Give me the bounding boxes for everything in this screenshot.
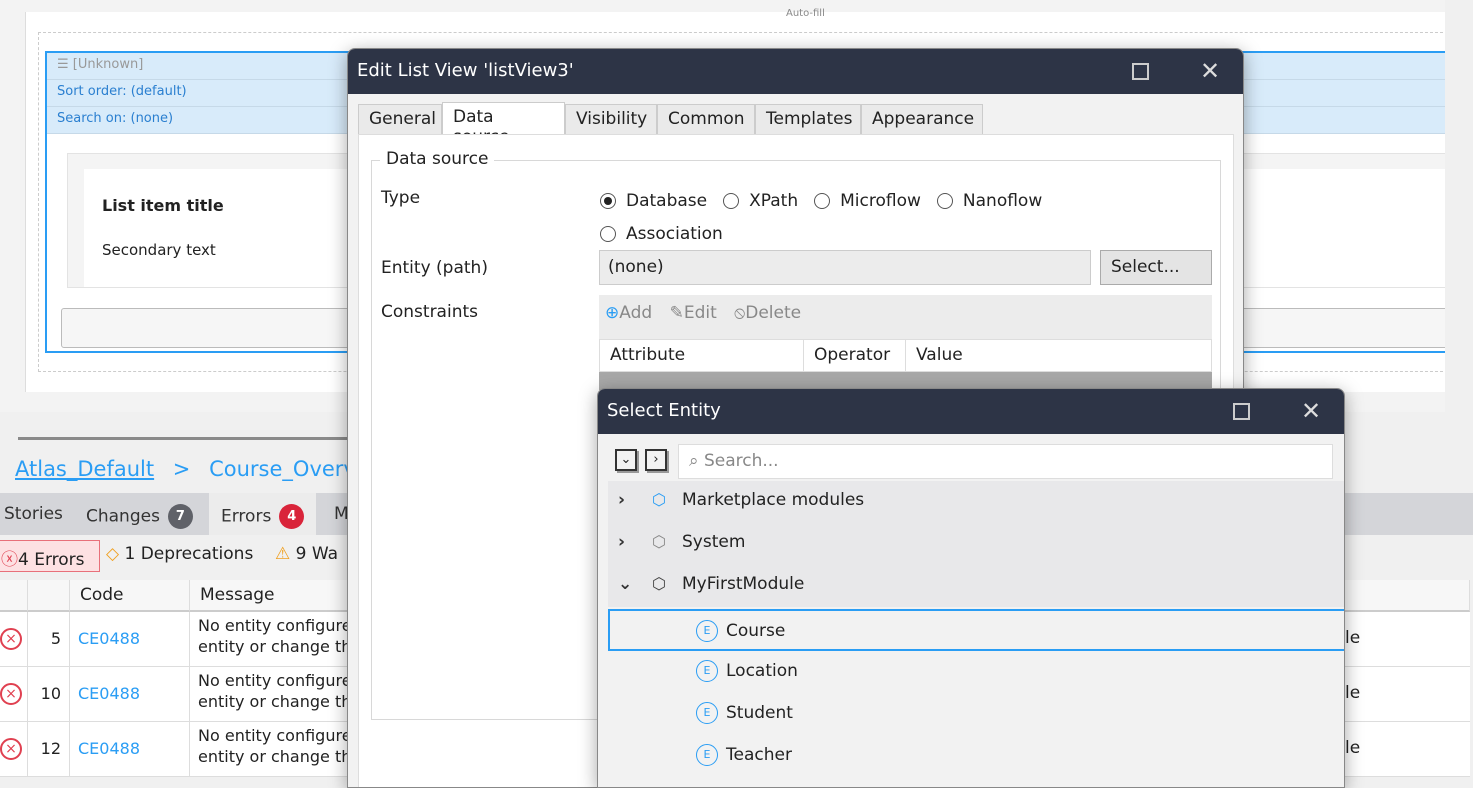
- module-icon: ⬡: [652, 532, 666, 551]
- filter-errors[interactable]: ⓧ4 Errors: [0, 540, 100, 572]
- autofill-label: Auto-fill: [786, 8, 825, 19]
- tree-module[interactable]: › ⬡ System: [608, 523, 1344, 565]
- radio-database[interactable]: Database: [600, 186, 707, 216]
- select-entity-dialog: Select Entity ✕ ⌄ › ⌕ Search... › ⬡ Market…: [597, 388, 1345, 788]
- splitter[interactable]: [18, 437, 348, 440]
- radio-nanoflow[interactable]: Nanoflow: [936, 186, 1042, 216]
- error-code-link[interactable]: CE0488: [70, 612, 190, 667]
- tab-visibility[interactable]: Visibility: [565, 104, 657, 135]
- chevron-right-icon[interactable]: ›: [618, 490, 644, 510]
- entity-label: Entity (path): [381, 258, 488, 278]
- entity-icon: E: [696, 744, 718, 766]
- tree-entity[interactable]: E Course: [608, 609, 1344, 651]
- error-icon: ×: [0, 628, 22, 650]
- item-title: List item title: [102, 196, 224, 215]
- close-icon[interactable]: ✕: [1301, 397, 1321, 425]
- module-icon: ⬡: [652, 574, 666, 593]
- col-operator[interactable]: Operator: [804, 340, 906, 371]
- tree-module[interactable]: › ⬡ Marketplace modules: [608, 481, 1344, 523]
- radio-xpath[interactable]: XPath: [723, 186, 798, 216]
- error-icon: ×: [0, 683, 22, 705]
- breadcrumb: Atlas_Default > Course_Overview: [15, 457, 392, 481]
- type-label: Type: [381, 188, 421, 208]
- tree-entity[interactable]: E Student: [608, 693, 1344, 735]
- deprecation-icon: ◇: [106, 544, 125, 564]
- tab-errors[interactable]: Errors 4: [209, 493, 317, 535]
- tab-changes[interactable]: Changes 7: [82, 493, 197, 535]
- filter-deprecations[interactable]: ◇ 1 Deprecations: [106, 544, 253, 564]
- breadcrumb-atlas-default[interactable]: Atlas_Default: [15, 457, 154, 481]
- entity-search-input[interactable]: ⌕ Search...: [678, 444, 1333, 479]
- add-constraint-button[interactable]: ⊕Add: [605, 303, 652, 323]
- tab-data-source[interactable]: Data source: [442, 102, 565, 147]
- filter-warnings[interactable]: ⚠ 9 Wa: [275, 544, 338, 564]
- warning-icon: ⚠: [275, 544, 296, 564]
- error-icon: ⓧ: [1, 550, 18, 570]
- error-code-link[interactable]: CE0488: [70, 667, 190, 722]
- radio-association[interactable]: Association: [600, 219, 723, 249]
- module-icon: ⬡: [652, 490, 666, 509]
- radio-microflow[interactable]: Microflow: [814, 186, 921, 216]
- error-icon: ×: [0, 738, 22, 760]
- no-icon: ⦸: [734, 303, 746, 323]
- col-attribute[interactable]: Attribute: [600, 340, 804, 371]
- tab-templates[interactable]: Templates: [755, 104, 861, 135]
- add-icon: ⊕: [605, 303, 620, 323]
- tab-general[interactable]: General: [358, 104, 442, 135]
- maximize-icon[interactable]: [1132, 63, 1149, 80]
- tree-module[interactable]: ⌄ ⬡ MyFirstModule: [608, 565, 1344, 607]
- chevron-down-icon[interactable]: ⌄: [618, 574, 644, 594]
- listview-icon: ☰: [57, 57, 73, 72]
- collapse-all-icon[interactable]: ›: [645, 449, 667, 471]
- close-icon[interactable]: ✕: [1200, 57, 1220, 85]
- entity-icon: E: [696, 702, 718, 724]
- constraints-label: Constraints: [381, 302, 478, 322]
- changes-count-badge: 7: [167, 504, 193, 529]
- constraints-grid: ⊕Add ✎Edit ⦸Delete Attribute Operator Va…: [599, 295, 1212, 390]
- tab-appearance[interactable]: Appearance: [861, 104, 983, 135]
- entity-path-input[interactable]: (none): [599, 250, 1091, 285]
- edit-constraint-button[interactable]: ✎Edit: [670, 303, 717, 323]
- select-entity-button[interactable]: Select...: [1100, 250, 1212, 285]
- tab-stories[interactable]: Stories: [0, 493, 67, 535]
- col-value[interactable]: Value: [906, 340, 1212, 371]
- col-code[interactable]: Code: [70, 580, 190, 612]
- errors-count-badge: 4: [279, 504, 305, 529]
- tree-entity[interactable]: E Location: [608, 651, 1344, 693]
- vertical-scrollbar[interactable]: ▼: [1445, 0, 1473, 450]
- entity-icon: E: [696, 620, 718, 642]
- maximize-icon[interactable]: [1233, 403, 1250, 420]
- item-secondary: Secondary text: [102, 241, 216, 259]
- pencil-icon: ✎: [669, 303, 684, 323]
- error-code-link[interactable]: CE0488: [70, 722, 190, 777]
- tree-entity[interactable]: E Teacher: [608, 735, 1344, 777]
- chevron-right-icon[interactable]: ›: [618, 532, 644, 552]
- dialog-title: Edit List View 'listView3': [348, 49, 1243, 94]
- search-icon: ⌕: [689, 451, 704, 471]
- delete-constraint-button[interactable]: ⦸Delete: [734, 303, 801, 323]
- type-radio-group: Database XPath Microflow Nanoflow Associatio…: [600, 186, 1100, 252]
- expand-all-icon[interactable]: ⌄: [615, 449, 637, 471]
- tab-common[interactable]: Common: [657, 104, 755, 135]
- entity-icon: E: [696, 660, 718, 682]
